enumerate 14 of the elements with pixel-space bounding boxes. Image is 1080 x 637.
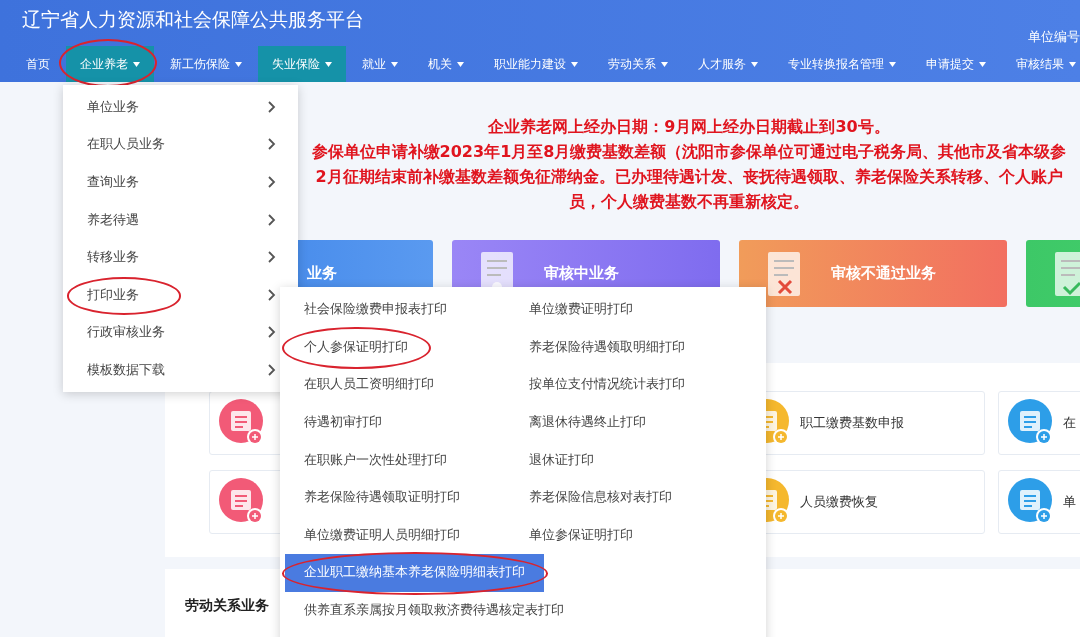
notice-text: 企业养老网上经办日期：9月网上经办日期截止到30号。 bbox=[488, 116, 890, 138]
tile-label: 在 bbox=[1063, 414, 1076, 432]
notice-text: 员，个人缴费基数不再重新核定。 bbox=[569, 191, 809, 213]
site-title: 辽宁省人力资源和社会保障公共服务平台 bbox=[22, 7, 364, 30]
account-label: 单位编号 bbox=[1028, 28, 1080, 46]
tile-label: 职工缴费基数申报 bbox=[800, 414, 904, 432]
tile-label: 单 bbox=[1063, 493, 1076, 511]
card-label: 业务 bbox=[307, 264, 337, 283]
section-title: 劳动关系业务 bbox=[185, 597, 269, 613]
card-label: 审核中业务 bbox=[544, 264, 619, 283]
notice-text: 2月征期结束前补缴基数差额免征滞纳金。已办理待遇计发、丧抚待遇领取、养老保险关系转移、个人账户 bbox=[315, 166, 1063, 188]
card-label: 审核不通过业务 bbox=[831, 264, 936, 283]
notice-text: 参保单位申请补缴2023年1月至8月缴费基数差额（沈阳市参保单位可通过电子税务局、其他市及省本级参 bbox=[311, 141, 1067, 163]
tile-label: 人员缴费恢复 bbox=[800, 493, 878, 511]
